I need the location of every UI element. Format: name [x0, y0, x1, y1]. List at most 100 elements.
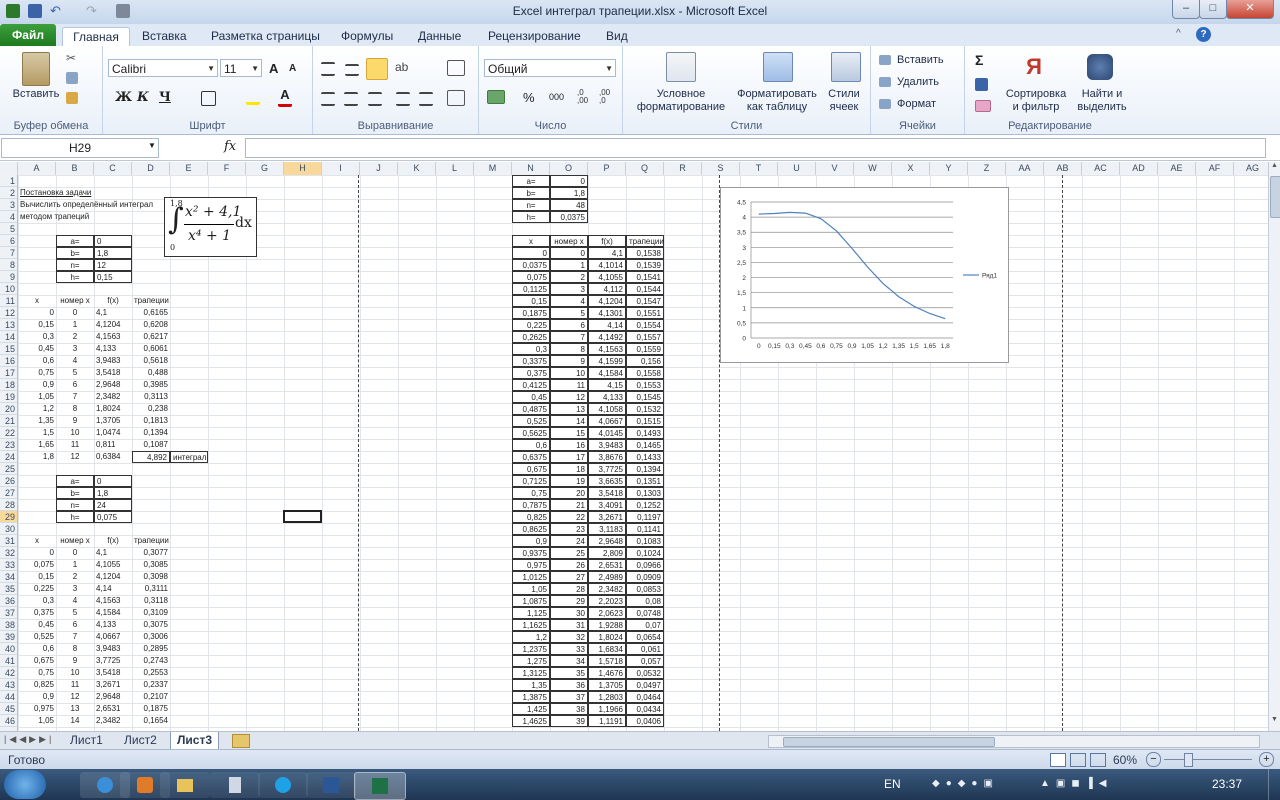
- row-header[interactable]: 35: [0, 583, 17, 595]
- table-cell[interactable]: 1,125: [512, 607, 550, 619]
- table-cell[interactable]: 9: [56, 415, 94, 427]
- table-cell[interactable]: 28: [550, 583, 588, 595]
- row-header[interactable]: 25: [0, 463, 17, 475]
- table-header[interactable]: трапеции: [626, 235, 664, 247]
- table-cell[interactable]: 0,1538: [626, 247, 664, 259]
- table-cell[interactable]: 1,2803: [588, 691, 626, 703]
- table-cell[interactable]: 1,5: [18, 427, 56, 439]
- percent-button[interactable]: %: [523, 90, 535, 105]
- active-cell-selection[interactable]: [283, 510, 322, 523]
- table-cell[interactable]: 0,6165: [132, 307, 170, 319]
- table-cell[interactable]: 0,0654: [626, 631, 664, 643]
- table-cell[interactable]: 0,1252: [626, 499, 664, 511]
- table-cell[interactable]: 2,2023: [588, 595, 626, 607]
- table-cell[interactable]: 4: [56, 355, 94, 367]
- table-cell[interactable]: 0,1875: [512, 307, 550, 319]
- column-header[interactable]: AF: [1196, 162, 1234, 175]
- table-cell[interactable]: 4,0145: [588, 427, 626, 439]
- table-cell[interactable]: 4,1055: [94, 559, 132, 571]
- table-cell[interactable]: 3: [56, 343, 94, 355]
- row-header[interactable]: 16: [0, 355, 17, 367]
- table-cell[interactable]: 1,05: [18, 391, 56, 403]
- sheet-tab-1[interactable]: Лист1: [64, 732, 109, 749]
- table-cell[interactable]: 0,1813: [132, 415, 170, 427]
- table-cell[interactable]: 0,6375: [512, 451, 550, 463]
- param-value[interactable]: 0: [94, 475, 132, 487]
- table-cell[interactable]: 0,2107: [132, 691, 170, 703]
- column-header[interactable]: B: [56, 162, 94, 175]
- table-cell[interactable]: 4: [550, 295, 588, 307]
- table-cell[interactable]: 1,65: [18, 439, 56, 451]
- fill-icon[interactable]: [975, 78, 988, 91]
- vertical-scroll-thumb[interactable]: [1270, 176, 1280, 218]
- table-cell[interactable]: 0,2337: [132, 679, 170, 691]
- align-bottom-icon[interactable]: [366, 58, 388, 80]
- row-header[interactable]: 30: [0, 523, 17, 535]
- zoom-in-button[interactable]: +: [1259, 752, 1274, 767]
- row-header[interactable]: 23: [0, 439, 17, 451]
- table-cell[interactable]: 27: [550, 571, 588, 583]
- table-cell[interactable]: 1,2: [18, 403, 56, 415]
- column-header[interactable]: I: [322, 162, 360, 175]
- table-cell[interactable]: 3,1183: [588, 523, 626, 535]
- table-cell[interactable]: 0,1539: [626, 259, 664, 271]
- table-cell[interactable]: 4,0667: [588, 415, 626, 427]
- table-cell[interactable]: 0,6217: [132, 331, 170, 343]
- close-button[interactable]: ✕: [1226, 0, 1274, 19]
- table-cell[interactable]: 3,9483: [588, 439, 626, 451]
- table-cell[interactable]: 2,9648: [94, 379, 132, 391]
- row-header[interactable]: 7: [0, 247, 17, 259]
- taskbar-calc[interactable]: [210, 772, 260, 798]
- table-cell[interactable]: 0,75: [512, 487, 550, 499]
- param-label[interactable]: h=: [512, 211, 550, 223]
- table-cell[interactable]: 4,1563: [94, 595, 132, 607]
- column-header[interactable]: AC: [1082, 162, 1120, 175]
- table-cell[interactable]: 8: [56, 643, 94, 655]
- wrap-text-icon[interactable]: [447, 60, 465, 76]
- table-cell[interactable]: 1,4625: [512, 715, 550, 727]
- format-cells-icon[interactable]: [879, 99, 891, 109]
- row-header[interactable]: 10: [0, 283, 17, 295]
- column-header[interactable]: E: [170, 162, 208, 175]
- table-cell[interactable]: 0,488: [132, 367, 170, 379]
- row-header[interactable]: 3: [0, 199, 17, 211]
- decrease-decimal-icon[interactable]: ,00,0: [599, 89, 615, 105]
- table-cell[interactable]: 0,6384: [94, 451, 132, 463]
- fill-color-icon[interactable]: [246, 90, 260, 105]
- taskbar-excel[interactable]: [354, 772, 406, 800]
- tab-file[interactable]: Файл: [0, 24, 56, 46]
- table-cell[interactable]: 3,9483: [94, 643, 132, 655]
- table-cell[interactable]: 0,075: [512, 271, 550, 283]
- table-cell[interactable]: 3,7725: [588, 463, 626, 475]
- zoom-slider-track[interactable]: [1164, 759, 1252, 760]
- table-cell[interactable]: 0,45: [512, 391, 550, 403]
- table-cell[interactable]: 0,1493: [626, 427, 664, 439]
- table-cell[interactable]: 1,3705: [94, 415, 132, 427]
- table-cell[interactable]: 1,1966: [588, 703, 626, 715]
- table-cell[interactable]: 0,6: [18, 355, 56, 367]
- table-cell[interactable]: 4,1584: [94, 607, 132, 619]
- column-header[interactable]: F: [208, 162, 246, 175]
- table-cell[interactable]: 3,7725: [94, 655, 132, 667]
- format-as-table-button[interactable]: Форматировать как таблицу: [733, 88, 821, 114]
- row-header[interactable]: 21: [0, 415, 17, 427]
- table-cell[interactable]: 0,9375: [512, 547, 550, 559]
- table-cell[interactable]: 0,3113: [132, 391, 170, 403]
- table-cell[interactable]: 0,1654: [132, 715, 170, 727]
- row-header[interactable]: 46: [0, 715, 17, 727]
- table-cell[interactable]: 0,975: [512, 559, 550, 571]
- tray-icons[interactable]: ◆●◆●▣: [932, 778, 1022, 790]
- table-cell[interactable]: 4,1204: [94, 319, 132, 331]
- table-cell[interactable]: 1,35: [18, 415, 56, 427]
- tab-view[interactable]: Вид: [602, 27, 632, 46]
- table-cell[interactable]: 38: [550, 703, 588, 715]
- normal-view-icon[interactable]: [1050, 753, 1066, 767]
- table-cell[interactable]: 4,1563: [588, 343, 626, 355]
- table-header[interactable]: номер x: [56, 535, 94, 547]
- table-cell[interactable]: 1,8024: [94, 403, 132, 415]
- row-header[interactable]: 41: [0, 655, 17, 667]
- collapse-ribbon-icon[interactable]: ^: [1176, 28, 1190, 42]
- format-as-table-icon[interactable]: [763, 52, 793, 82]
- table-cell[interactable]: 0,1141: [626, 523, 664, 535]
- sheet-tab-2[interactable]: Лист2: [118, 732, 163, 749]
